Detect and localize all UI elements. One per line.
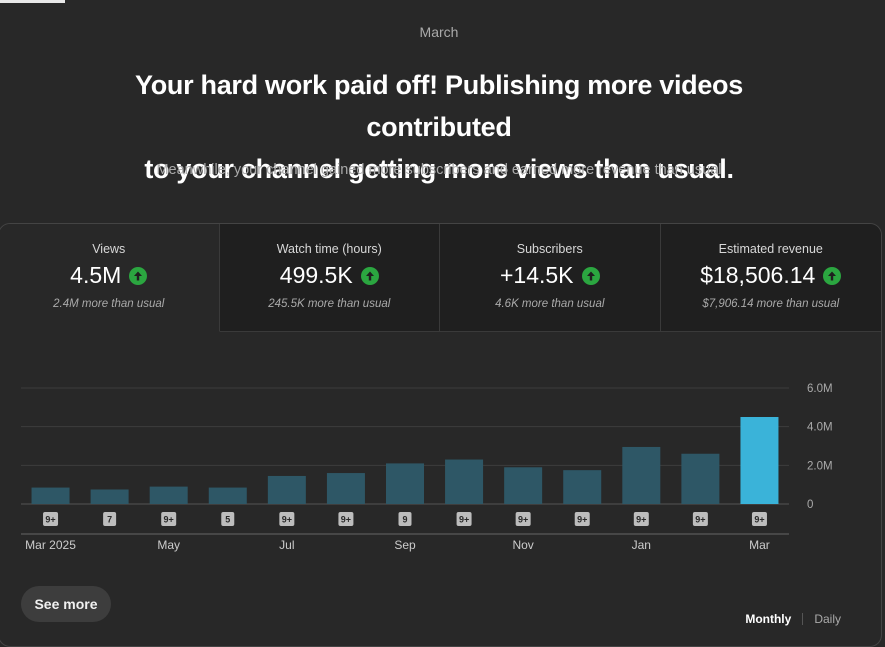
upload-count-label: 9+	[754, 515, 764, 525]
metric-value: +14.5K	[499, 262, 574, 288]
y-tick-label: 4.0M	[807, 422, 833, 434]
x-tick-label: Sep	[394, 538, 416, 552]
views-bar-chart: 0 2.0M 4.0M 6.0M 9+ 7 9+ 5 9+ 9+ 9 9+ 9+ 9+ 9+ 9+ 9+ Mar …	[21, 383, 833, 552]
upload-count-label: 9+	[459, 515, 469, 525]
upload-count-label: 9+	[341, 515, 351, 525]
upload-count-label: 9+	[282, 515, 292, 525]
granularity-divider	[802, 613, 804, 625]
metric-title: Watch time (hours)	[276, 242, 382, 256]
analytics-insight-page: March Your hard work paid off! Publishin…	[0, 0, 885, 647]
metric-value-row: $18,506.14	[661, 262, 882, 289]
x-tick-label: Jan	[632, 538, 651, 552]
upload-count-label: 9+	[518, 515, 528, 525]
chart-bar	[563, 470, 602, 504]
x-tick-label: Mar	[749, 538, 770, 552]
arrow-up-icon	[360, 266, 379, 285]
metric-value: $18,506.14	[700, 262, 816, 288]
metric-title: Views	[92, 242, 126, 256]
metrics-chart-card: Views 4.5M 2.4M more than usual Watch ti…	[0, 223, 882, 647]
metric-value-row: 499.5K	[220, 262, 440, 289]
upload-count-label: 5	[225, 515, 230, 525]
metric-tabs: Views 4.5M 2.4M more than usual Watch ti…	[0, 224, 881, 332]
metric-value-row: +14.5K	[440, 262, 660, 289]
upload-count-label: 9	[402, 515, 407, 525]
metric-delta: $7,906.14 more than usual	[702, 298, 840, 310]
x-tick-label: Mar 2025	[25, 538, 76, 552]
granularity-toggle: Monthly Daily	[745, 612, 841, 626]
chart-bar	[681, 453, 720, 504]
metric-delta: 245.5K more than usual	[268, 298, 391, 310]
y-tick-label: 2.0M	[807, 460, 833, 472]
x-tick-label: May	[157, 538, 180, 552]
x-tick-label: Nov	[512, 538, 533, 552]
y-tick-label: 6.0M	[807, 383, 833, 395]
see-more-button[interactable]: See more	[21, 586, 111, 622]
chart-bar	[386, 463, 424, 504]
metric-title: Subscribers	[516, 242, 583, 256]
arrow-up-icon	[581, 266, 600, 285]
granularity-daily-option[interactable]: Daily	[814, 612, 841, 626]
chart-bar	[90, 489, 129, 504]
chart-bar	[445, 459, 484, 504]
chart-bar	[740, 417, 779, 504]
metric-tab-watch-time[interactable]: Watch time (hours) 499.5K 245.5K more th…	[219, 224, 440, 332]
metric-delta: 4.6K more than usual	[495, 298, 605, 310]
upload-count-label: 9+	[636, 515, 646, 525]
upload-count-label: 9+	[577, 515, 587, 525]
arrow-up-icon	[823, 266, 842, 285]
metric-delta: 2.4M more than usual	[53, 298, 165, 310]
metric-tab-revenue[interactable]: Estimated revenue $18,506.14 $7,906.14 m…	[660, 224, 882, 332]
upload-count-label: 9+	[695, 515, 705, 525]
chart-bar	[326, 473, 365, 504]
x-tick-label: Jul	[279, 538, 294, 552]
period-label: March	[419, 24, 459, 40]
chart-bar	[504, 467, 543, 504]
upload-count-label: 7	[107, 515, 112, 525]
chart-bar	[208, 487, 247, 504]
metric-value: 499.5K	[279, 262, 353, 288]
chart-bar	[267, 475, 306, 504]
metric-tab-subscribers[interactable]: Subscribers +14.5K 4.6K more than usual	[440, 224, 661, 332]
chart-bar	[149, 486, 188, 504]
metric-title: Estimated revenue	[718, 242, 823, 256]
arrow-up-icon	[129, 266, 148, 285]
y-tick-label: 0	[807, 499, 813, 511]
metric-value: 4.5M	[70, 262, 122, 288]
chart-bar	[31, 487, 70, 504]
chart-bar	[622, 446, 661, 504]
metric-tab-views[interactable]: Views 4.5M 2.4M more than usual	[0, 224, 220, 332]
metric-value-row: 4.5M	[0, 262, 219, 289]
granularity-monthly-option[interactable]: Monthly	[745, 612, 791, 626]
active-tab-indicator	[0, 0, 65, 3]
upload-count-label: 9+	[164, 515, 174, 525]
upload-count-label: 9+	[45, 515, 55, 525]
insight-subline: Meanwhile, your channel gained more subs…	[156, 162, 722, 178]
headline-line-1: Your hard work paid off! Publishing more…	[135, 70, 743, 142]
